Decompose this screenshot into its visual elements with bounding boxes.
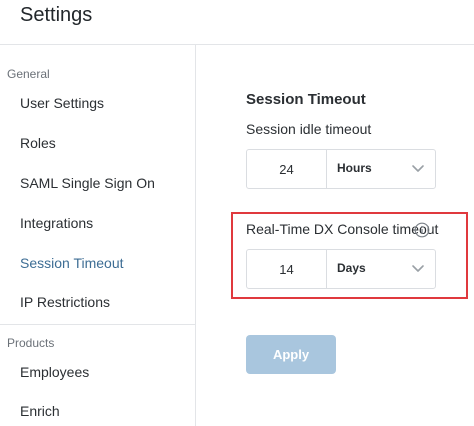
sidebar-item-ip-restrictions[interactable]: IP Restrictions <box>20 294 110 310</box>
sidebar-item-enrich[interactable]: Enrich <box>20 403 60 419</box>
console-timeout-label: Real-Time DX Console timeout <box>246 221 439 237</box>
console-timeout-control: Days <box>246 249 436 289</box>
info-icon[interactable] <box>414 222 430 238</box>
console-timeout-unit-select[interactable]: Days <box>327 250 435 288</box>
section-title: Session Timeout <box>246 91 366 108</box>
idle-timeout-value-input[interactable] <box>247 150 327 188</box>
settings-main-panel: Session Timeout Session idle timeout Hou… <box>196 45 474 426</box>
sidebar-section-general: General <box>7 67 50 81</box>
sidebar-item-integrations[interactable]: Integrations <box>20 215 93 231</box>
page-title: Settings <box>20 4 93 26</box>
sidebar-item-employees[interactable]: Employees <box>20 364 89 380</box>
sidebar-item-user-settings[interactable]: User Settings <box>20 95 104 111</box>
sidebar-item-roles[interactable]: Roles <box>20 135 56 151</box>
chevron-down-icon <box>412 265 424 272</box>
chevron-down-icon <box>412 165 424 172</box>
console-timeout-value-input[interactable] <box>247 250 327 288</box>
apply-button[interactable]: Apply <box>246 335 336 374</box>
sidebar-item-saml-sso[interactable]: SAML Single Sign On <box>20 175 155 191</box>
idle-timeout-label: Session idle timeout <box>246 121 372 137</box>
sidebar-section-products: Products <box>7 336 55 350</box>
sidebar-section-divider <box>0 324 195 325</box>
idle-timeout-control: Hours <box>246 149 436 189</box>
console-timeout-unit-value: Days <box>337 261 366 275</box>
idle-timeout-unit-value: Hours <box>337 161 372 175</box>
idle-timeout-unit-select[interactable]: Hours <box>327 150 435 188</box>
settings-sidebar: General User Settings Roles SAML Single … <box>0 45 196 426</box>
sidebar-item-session-timeout[interactable]: Session Timeout <box>20 255 124 271</box>
page-header: Settings <box>0 0 474 46</box>
